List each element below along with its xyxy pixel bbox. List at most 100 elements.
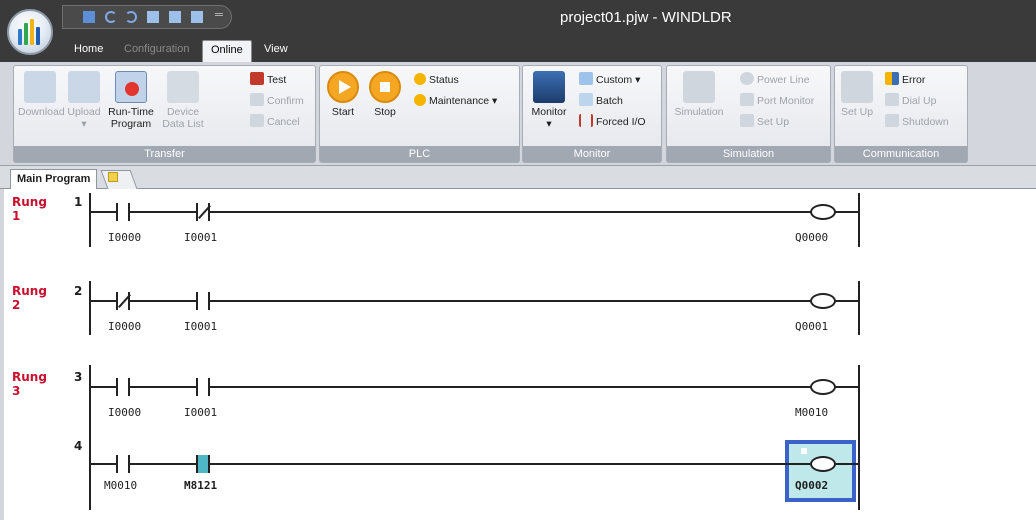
group-label-plc: PLC bbox=[320, 146, 519, 162]
play-icon bbox=[327, 71, 359, 103]
contact-no[interactable] bbox=[116, 455, 130, 473]
coil-address: M0010 bbox=[795, 406, 829, 419]
line-number: 3 bbox=[74, 370, 83, 384]
monitor-icon bbox=[533, 71, 565, 103]
shutdown-button[interactable]: Shutdown bbox=[885, 114, 949, 130]
right-power-rail bbox=[858, 193, 860, 247]
window-title: project01.pjw - WINDLDR bbox=[560, 9, 732, 26]
right-power-rail bbox=[858, 281, 860, 335]
group-label-simulation: Simulation bbox=[667, 146, 830, 162]
maintenance-button[interactable]: Maintenance ▾ bbox=[414, 93, 497, 109]
contact-no-active[interactable] bbox=[196, 455, 210, 473]
tab-secondary[interactable] bbox=[100, 170, 138, 189]
output-coil[interactable] bbox=[810, 293, 836, 309]
contact-nc[interactable] bbox=[196, 203, 210, 221]
line-number: 1 bbox=[74, 195, 83, 209]
batch-button[interactable]: Batch bbox=[579, 93, 623, 109]
start-button[interactable]: Start bbox=[326, 69, 360, 118]
test-button[interactable]: Test bbox=[250, 72, 286, 88]
comm-setup-button[interactable]: Set Up bbox=[837, 69, 877, 118]
contact-no[interactable] bbox=[116, 203, 130, 221]
setup-icon bbox=[740, 114, 754, 127]
stop-button[interactable]: Stop bbox=[368, 69, 402, 118]
qat-dropdown-icon[interactable]: ═ bbox=[215, 9, 223, 21]
rung-label: Rung 2 bbox=[12, 284, 47, 312]
monitor-button[interactable]: Monitor ▾ bbox=[527, 69, 571, 130]
simulation-button[interactable]: Simulation bbox=[671, 69, 727, 118]
output-coil[interactable] bbox=[810, 204, 836, 220]
rung-label: Rung 3 bbox=[12, 370, 47, 398]
error-button[interactable]: Error bbox=[885, 72, 925, 88]
coil-address: Q0001 bbox=[795, 320, 829, 333]
left-power-rail bbox=[89, 193, 91, 247]
group-communication: Set Up Error Dial Up Shutdown Communicat… bbox=[834, 65, 968, 163]
runtime-program-icon bbox=[115, 71, 147, 103]
undo-icon[interactable] bbox=[105, 11, 117, 23]
ladder-editor[interactable]: Rung 1 1 I0000 I0001 Q0000 Rung 2 2 I0000 … bbox=[0, 189, 1036, 520]
download-icon[interactable] bbox=[147, 11, 159, 23]
right-power-rail bbox=[858, 365, 860, 510]
rung-label: Rung 1 bbox=[12, 195, 47, 223]
contact-no[interactable] bbox=[196, 292, 210, 310]
cancel-transfer-button[interactable]: Cancel bbox=[250, 114, 300, 130]
comm-setup-icon bbox=[841, 71, 873, 103]
port-monitor-button[interactable]: Port Monitor bbox=[740, 93, 814, 109]
upload-button[interactable]: Upload ▾ bbox=[64, 69, 104, 130]
stop-icon bbox=[369, 71, 401, 103]
contact-address: I0001 bbox=[184, 406, 218, 419]
left-power-rail bbox=[89, 281, 91, 335]
ribbon: Download Upload ▾ Run-Time Program Device D… bbox=[0, 62, 1036, 166]
contact-address: I0001 bbox=[184, 231, 218, 244]
runtime-program-button[interactable]: Run-Time Program bbox=[106, 69, 156, 130]
tab-home[interactable]: Home bbox=[66, 40, 111, 62]
group-simulation: Simulation Power Line Port Monitor Set U… bbox=[666, 65, 831, 163]
ribbon-tabs: Home Configuration Online View bbox=[0, 36, 1036, 62]
save-icon[interactable] bbox=[83, 11, 95, 23]
contact-address: M0010 bbox=[104, 479, 138, 492]
line-number: 2 bbox=[74, 284, 83, 298]
contact-nc[interactable] bbox=[116, 292, 130, 310]
port-monitor-icon bbox=[740, 93, 754, 106]
custom-grid-icon bbox=[579, 72, 593, 85]
tab-configuration[interactable]: Configuration bbox=[116, 40, 197, 62]
contact-address: I0000 bbox=[108, 406, 142, 419]
group-monitor: Monitor ▾ Custom ▾ Batch Forced I/O Monit… bbox=[522, 65, 662, 163]
contact-no[interactable] bbox=[116, 378, 130, 396]
line-number: 4 bbox=[74, 439, 83, 453]
download-button[interactable]: Download bbox=[18, 69, 65, 118]
application-button[interactable] bbox=[7, 9, 53, 55]
monitor-icon[interactable] bbox=[169, 11, 181, 23]
power-line-button[interactable]: Power Line bbox=[740, 72, 810, 88]
output-coil-selected[interactable] bbox=[810, 456, 836, 472]
confirm-button[interactable]: Confirm bbox=[250, 93, 304, 109]
status-button[interactable]: Status bbox=[414, 72, 459, 88]
upload-icon[interactable] bbox=[191, 11, 203, 23]
test-icon bbox=[250, 72, 264, 85]
tab-view[interactable]: View bbox=[256, 40, 296, 62]
redo-icon[interactable] bbox=[125, 11, 137, 23]
coil-address: Q0002 bbox=[795, 479, 829, 492]
contact-no[interactable] bbox=[196, 378, 210, 396]
quick-access-toolbar: ═ bbox=[62, 5, 232, 29]
title-bar: ═ project01.pjw - WINDLDR bbox=[0, 0, 1036, 36]
dial-up-button[interactable]: Dial Up bbox=[885, 93, 936, 109]
confirm-icon bbox=[250, 93, 264, 106]
shutdown-icon bbox=[885, 114, 899, 127]
download-icon bbox=[24, 71, 56, 103]
cancel-icon bbox=[250, 114, 264, 127]
contact-address: I0001 bbox=[184, 320, 218, 333]
group-plc: Start Stop Status Maintenance ▾ PLC bbox=[319, 65, 520, 163]
tab-main-program[interactable]: Main Program bbox=[10, 169, 98, 189]
custom-button[interactable]: Custom ▾ bbox=[579, 72, 640, 88]
simulation-setup-button[interactable]: Set Up bbox=[740, 114, 789, 130]
forced-io-button[interactable]: Forced I/O bbox=[579, 114, 646, 130]
device-data-list-button[interactable]: Device Data List bbox=[158, 69, 208, 130]
error-icon bbox=[885, 72, 899, 85]
windldr-logo-icon bbox=[18, 19, 42, 45]
tab-online[interactable]: Online bbox=[202, 40, 252, 62]
document-tabs: Main Program bbox=[0, 166, 1036, 189]
forced-io-icon bbox=[579, 114, 593, 127]
output-coil[interactable] bbox=[810, 379, 836, 395]
group-label-communication: Communication bbox=[835, 146, 967, 162]
device-data-list-icon bbox=[167, 71, 199, 103]
